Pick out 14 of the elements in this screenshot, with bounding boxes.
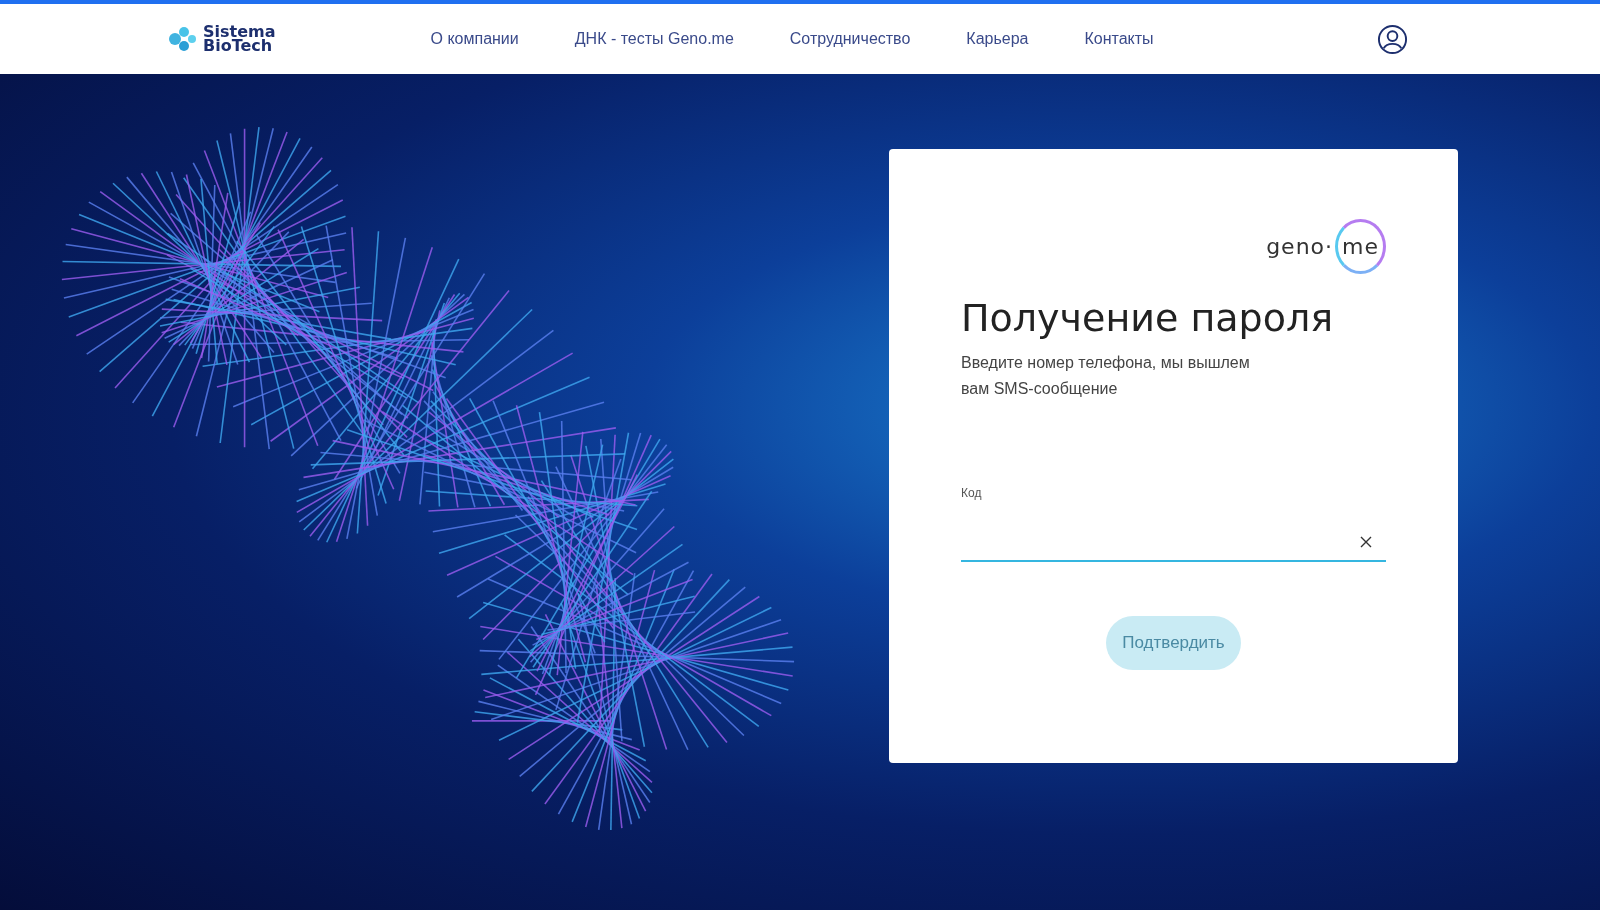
nav-link[interactable]: Карьера — [966, 30, 1029, 48]
nav-link[interactable]: О компании — [430, 30, 519, 48]
nav-link[interactable]: ДНК - тесты Geno.me — [574, 30, 734, 48]
nav-link[interactable]: Сотрудничество — [789, 30, 911, 48]
geno-me-logo: geno· me — [1266, 219, 1386, 274]
logo-icon — [167, 24, 197, 54]
form-description: Введите номер телефона, мы вышлем вам SMS-сообщение — [961, 353, 1251, 399]
field-label: Код — [961, 486, 982, 500]
logo-text: Sistema — [203, 25, 276, 39]
logo-text: BioTech — [203, 39, 273, 53]
clear-icon[interactable] — [1360, 536, 1372, 548]
nav-link[interactable]: Контакты — [1084, 30, 1154, 48]
form-title: Получение пароля — [961, 296, 1335, 340]
account-icon[interactable] — [1377, 23, 1408, 55]
